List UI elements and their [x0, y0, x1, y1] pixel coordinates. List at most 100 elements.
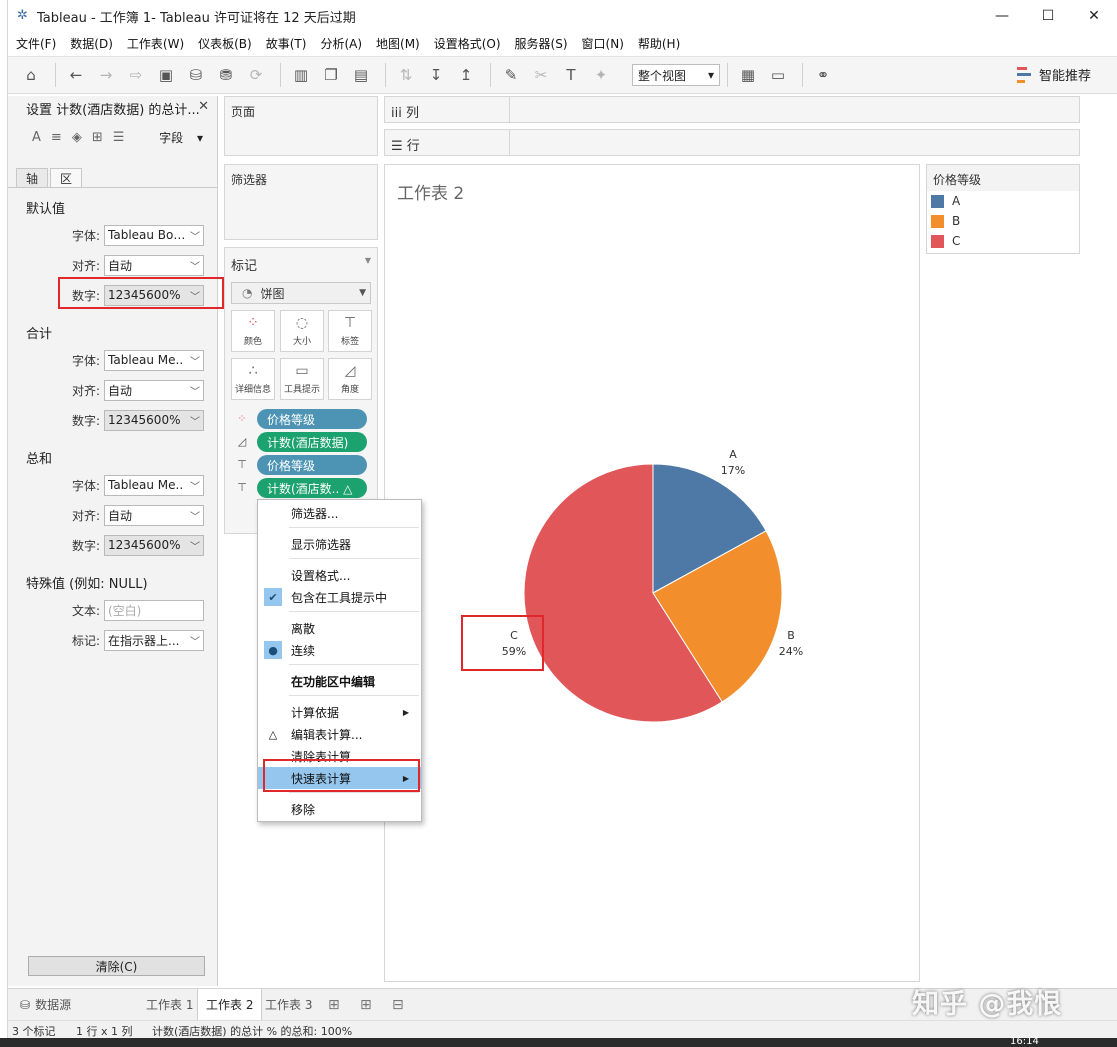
menu-dashboard[interactable]: 仪表板(B)	[198, 35, 252, 52]
share-icon[interactable]: ⚭	[810, 62, 836, 88]
pill-price-level-label[interactable]: 价格等级	[257, 455, 367, 475]
menu-item-edit-in-shelf[interactable]: 在功能区中编辑	[258, 670, 421, 692]
sort-ascending-icon[interactable]: ↧	[423, 62, 449, 88]
borders-format-icon[interactable]: ⊞	[92, 130, 103, 145]
rows-shelf[interactable]: ☰ 行	[384, 129, 1080, 156]
menu-worksheet[interactable]: 工作表(W)	[127, 35, 184, 52]
menu-map[interactable]: 地图(M)	[376, 35, 420, 52]
mark-type-select[interactable]: ◔ 饼图 ▼	[231, 282, 371, 304]
close-window-button[interactable]: ✕	[1071, 0, 1117, 32]
grand-font-select[interactable]: Tableau Me.. ﹀	[104, 474, 204, 496]
menu-format[interactable]: 设置格式(O)	[434, 35, 501, 52]
home-icon[interactable]: ⌂	[18, 62, 44, 88]
sort-descending-icon[interactable]: ↥	[453, 62, 479, 88]
total-font-select[interactable]: Tableau Me.. ﹀	[104, 349, 204, 371]
field-select[interactable]: 字段 ▾	[159, 129, 203, 146]
toolbar: ⌂ ← → ⇨ ▣ ⛁ ⛃ ⟳ ▥ ❐ ▤ ⇅ ↧ ↥ ✎ ✂ T ✦ 整个视图…	[8, 56, 1117, 94]
menu-window[interactable]: 窗口(N)	[582, 35, 624, 52]
tab-pane[interactable]: 区	[50, 168, 82, 188]
clear-sheet-icon[interactable]: ▤	[348, 62, 374, 88]
menu-item-edit-table-calc[interactable]: △ 编辑表计算...	[258, 723, 421, 745]
menu-item-format[interactable]: 设置格式...	[258, 564, 421, 586]
show-me-button[interactable]: 智能推荐	[1016, 65, 1091, 84]
tab-datasource[interactable]: ⛁ 数据源	[12, 989, 79, 1020]
menu-item-remove[interactable]: 移除	[258, 798, 421, 820]
show-cards-icon[interactable]: ▦	[735, 62, 761, 88]
default-font-select[interactable]: Tableau Boo.. ﹀	[104, 224, 204, 246]
legend-item-b[interactable]: B	[927, 211, 1079, 231]
refresh-icon[interactable]: ⟳	[243, 62, 269, 88]
tab-sheet-2[interactable]: 工作表 2	[197, 989, 263, 1020]
pill-price-level-color[interactable]: 价格等级	[257, 409, 367, 429]
presentation-icon[interactable]: ▭	[765, 62, 791, 88]
columns-shelf[interactable]: iii 列	[384, 96, 1080, 123]
duplicate-sheet-icon[interactable]: ❐	[318, 62, 344, 88]
color-legend[interactable]: 价格等级 A B C	[926, 164, 1080, 254]
save-icon[interactable]: ▣	[153, 62, 179, 88]
pause-updates-icon[interactable]: ⛃	[213, 62, 239, 88]
tab-sheet-1[interactable]: 工作表 1	[138, 989, 201, 1020]
special-marks-select[interactable]: 在指示器上... ﹀	[104, 629, 204, 651]
menu-help[interactable]: 帮助(H)	[638, 35, 680, 52]
grand-number-select[interactable]: 12345600% ﹀	[104, 534, 204, 556]
menu-file[interactable]: 文件(F)	[16, 35, 56, 52]
swap-icon[interactable]: ⇅	[393, 62, 419, 88]
section-grand-total: 总和	[26, 452, 53, 467]
detail-button[interactable]: ∴ 详细信息	[231, 358, 275, 400]
tooltip-button[interactable]: ▭ 工具提示	[280, 358, 324, 400]
replay-icon[interactable]: ⇨	[123, 62, 149, 88]
minimize-button[interactable]: —	[979, 0, 1025, 32]
close-icon[interactable]: ✕	[198, 99, 209, 114]
clear-button[interactable]: 清除(C)	[28, 956, 205, 976]
menu-item-include-tooltip[interactable]: ✔ 包含在工具提示中	[258, 586, 421, 608]
show-labels-icon[interactable]: T	[558, 62, 584, 88]
chevron-down-icon: ▼	[359, 288, 366, 298]
pie-chart[interactable]	[385, 165, 921, 983]
legend-item-a[interactable]: A	[927, 191, 1079, 211]
size-button[interactable]: ◌ 大小	[280, 310, 324, 352]
fit-view-select[interactable]: 整个视图 ▾	[632, 64, 720, 86]
menu-server[interactable]: 服务器(S)	[515, 35, 568, 52]
pill-count-angle[interactable]: 计数(酒店数据)	[257, 432, 367, 452]
menu-item-filter[interactable]: 筛选器...	[258, 502, 421, 524]
alignment-format-icon[interactable]: ≡	[51, 130, 62, 145]
lines-format-icon[interactable]: ☰	[113, 130, 125, 145]
angle-button[interactable]: ◿ 角度	[328, 358, 372, 400]
menu-data[interactable]: 数据(D)	[70, 35, 113, 52]
new-datasource-icon[interactable]: ⛁	[183, 62, 209, 88]
tab-axis[interactable]: 轴	[16, 168, 48, 188]
menu-item-discrete[interactable]: 离散	[258, 617, 421, 639]
redo-icon[interactable]: →	[93, 62, 119, 88]
menu-item-show-filter[interactable]: 显示筛选器	[258, 533, 421, 555]
menu-story[interactable]: 故事(T)	[266, 35, 307, 52]
total-align-select[interactable]: 自动 ﹀	[104, 379, 204, 401]
color-button[interactable]: ⁘ 颜色	[231, 310, 275, 352]
filters-shelf[interactable]: 筛选器	[224, 164, 378, 240]
menu-analysis[interactable]: 分析(A)	[320, 35, 362, 52]
group-icon[interactable]: ✂	[528, 62, 554, 88]
maximize-button[interactable]: ☐	[1025, 0, 1071, 32]
label-button[interactable]: ⊤ 标签	[328, 310, 372, 352]
new-dashboard-icon[interactable]: ⊞	[352, 989, 380, 1020]
chevron-down-icon[interactable]: ▼	[365, 256, 371, 265]
total-number-select[interactable]: 12345600% ﹀	[104, 409, 204, 431]
new-sheet-icon[interactable]: ▥	[288, 62, 314, 88]
special-text-input[interactable]: (空白)	[104, 599, 204, 621]
new-story-icon[interactable]: ⊟	[384, 989, 412, 1020]
grand-align-label: 对齐:	[71, 508, 100, 523]
pill-count-label-tablecalc[interactable]: 计数(酒店数.. △	[257, 478, 367, 498]
fix-axes-icon[interactable]: ✦	[588, 62, 614, 88]
menu-item-compute-using[interactable]: 计算依据 ▶	[258, 701, 421, 723]
pages-shelf[interactable]: 页面	[224, 96, 378, 156]
new-worksheet-icon[interactable]: ⊞	[320, 989, 348, 1020]
font-format-icon[interactable]: A	[32, 130, 41, 145]
tab-sheet-3[interactable]: 工作表 3	[257, 989, 320, 1020]
highlight-icon[interactable]: ✎	[498, 62, 524, 88]
grand-align-select[interactable]: 自动 ﹀	[104, 504, 204, 526]
undo-icon[interactable]: ←	[63, 62, 89, 88]
shading-format-icon[interactable]: ◈	[72, 130, 82, 145]
legend-item-c[interactable]: C	[927, 231, 1079, 251]
default-align-select[interactable]: 自动 ﹀	[104, 254, 204, 276]
viz-canvas[interactable]: 工作表 2 A 17% B 24% C 59%	[384, 164, 920, 982]
menu-item-continuous[interactable]: ● 连续	[258, 639, 421, 661]
